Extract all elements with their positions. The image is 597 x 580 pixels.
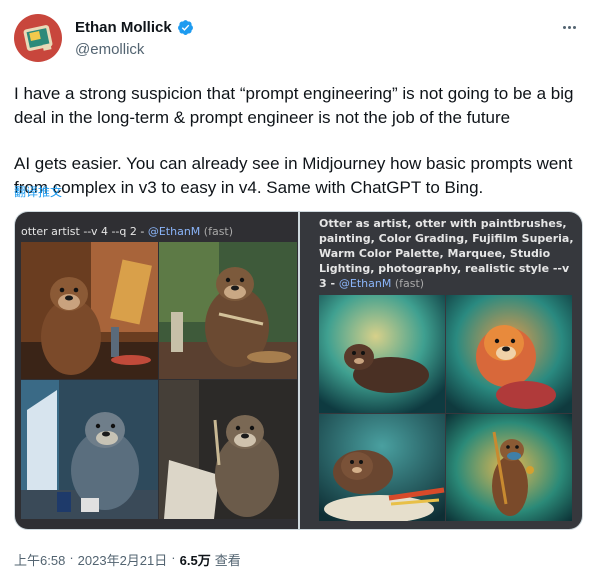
tweet-media[interactable]: otter artist --v 4 --q 2 - @EthanM (fast… <box>14 211 583 530</box>
avatar[interactable] <box>14 14 62 62</box>
views-count: 6.5万 <box>179 553 211 568</box>
otter-image-6 <box>446 295 572 413</box>
footer-separator: · <box>69 550 74 565</box>
otter-image-5 <box>319 295 445 413</box>
footer-separator: · <box>171 550 176 565</box>
tweet-paragraph-1: I have a strong suspicion that “prompt e… <box>14 84 574 127</box>
tweet-date[interactable]: 2023年2月21日 <box>78 550 168 569</box>
prompt-mention: @EthanM <box>338 277 392 290</box>
prompt-caption-v3: Otter as artist, otter with paintbrushes… <box>319 216 574 291</box>
otter-image-2 <box>159 242 297 379</box>
otter-image-3 <box>21 380 158 519</box>
otter-image-1 <box>21 242 158 379</box>
more-options-icon[interactable] <box>557 18 581 36</box>
tweet-text: I have a strong suspicion that “prompt e… <box>14 82 584 200</box>
otter-image-4 <box>159 380 297 519</box>
views-label: 查看 <box>214 553 241 568</box>
prompt-suffix: (fast) <box>391 277 425 290</box>
translate-tweet-link[interactable]: 翻译推文 <box>14 183 62 200</box>
tweet-header: Ethan Mollick @emollick <box>14 14 583 62</box>
media-image-v4[interactable]: otter artist --v 4 --q 2 - @EthanM (fast… <box>15 212 298 529</box>
prompt-caption-v4: otter artist --v 4 --q 2 - @EthanM (fast… <box>21 224 233 239</box>
prompt-suffix: (fast) <box>200 225 234 238</box>
prompt-text: otter artist --v 4 --q 2 - <box>21 225 148 238</box>
tweet-paragraph-2: AI gets easier. You can already see in M… <box>14 154 573 197</box>
otter-image-7 <box>319 414 445 521</box>
author-name-row: Ethan Mollick <box>75 19 194 36</box>
prompt-mention: @EthanM <box>147 225 201 238</box>
media-image-v3[interactable]: Otter as artist, otter with paintbrushes… <box>300 212 582 529</box>
otter-image-8 <box>446 414 572 521</box>
tweet-time[interactable]: 上午6:58 <box>14 550 65 569</box>
author-handle[interactable]: @emollick <box>75 41 144 58</box>
verified-badge-icon <box>177 20 193 35</box>
author-display-name[interactable]: Ethan Mollick <box>75 19 172 36</box>
tweet-footer: 上午6:58 · 2023年2月21日 · 6.5万 查看 <box>14 550 241 569</box>
